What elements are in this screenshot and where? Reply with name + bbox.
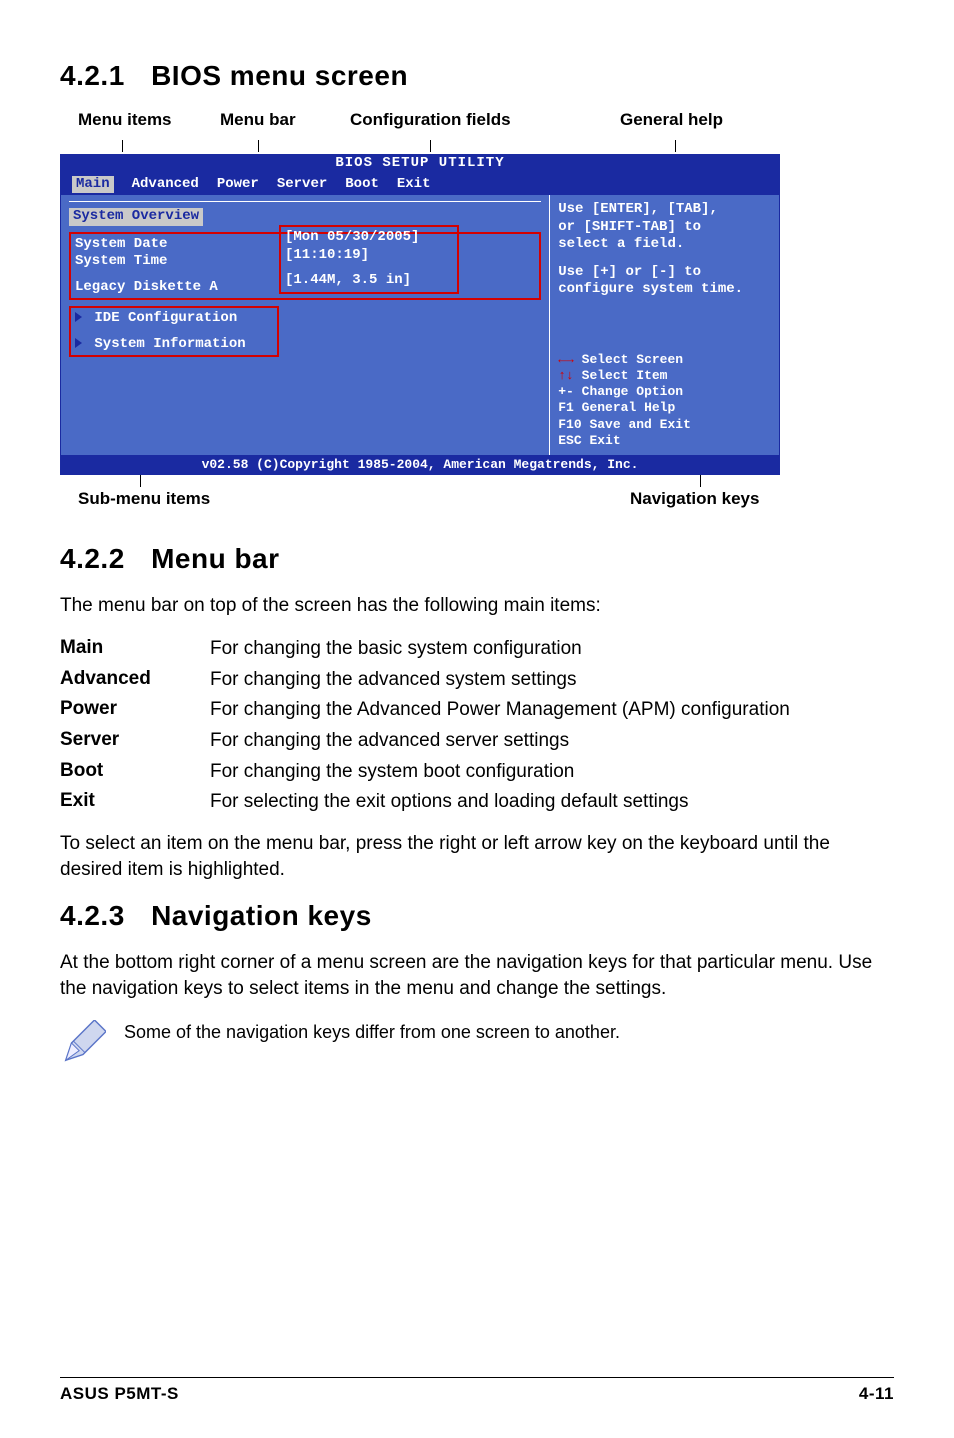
bios-title: BIOS SETUP UTILITY <box>60 154 780 174</box>
tick <box>675 140 676 152</box>
annot-nav-keys: Navigation keys <box>630 489 759 509</box>
value-system-time[interactable]: [11:10:19] <box>285 247 453 265</box>
general-help-text: Use [ENTER], [TAB], or [SHIFT-TAB] to se… <box>558 201 771 299</box>
submenu-sysinfo[interactable]: System Information <box>75 336 273 354</box>
def-term: Boot <box>60 760 210 785</box>
heading-title: Navigation keys <box>151 900 372 931</box>
bios-menubar[interactable]: Main Advanced Power Server Boot Exit <box>60 174 780 196</box>
heading-num: 4.2.2 <box>60 543 125 574</box>
footer-left: ASUS P5MT-S <box>60 1384 179 1404</box>
annot-config-fields: Configuration fields <box>350 110 511 130</box>
bios-body: System Overview System Date System Time … <box>60 195 780 455</box>
tick <box>258 140 259 152</box>
highlight-box-submenu: IDE Configuration System Information <box>69 306 279 357</box>
system-overview-label: System Overview <box>69 208 203 226</box>
menu-bar-outro: To select an item on the menu bar, press… <box>60 831 894 882</box>
nav-key-f10: F10 <box>558 417 581 432</box>
submenu-sysinfo-label: System Information <box>94 336 245 352</box>
tick <box>122 140 123 152</box>
bottom-tick-row <box>60 475 780 489</box>
def-desc: For changing the system boot configurati… <box>210 760 894 785</box>
nav-key-esc: ESC <box>558 433 581 448</box>
bios-footer: v02.58 (C)Copyright 1985-2004, American … <box>60 455 780 475</box>
field-legacy-diskette[interactable]: Legacy Diskette A <box>75 279 265 297</box>
nav-label: Save and Exit <box>589 417 690 432</box>
nav-key-f1: F1 <box>558 400 574 415</box>
page-footer: ASUS P5MT-S 4-11 <box>60 1377 894 1404</box>
bios-screen: BIOS SETUP UTILITY Main Advanced Power S… <box>60 154 780 475</box>
nav-label: Change Option <box>582 384 683 399</box>
nav-key-lr: ←→ <box>558 352 574 367</box>
bios-right-pane: Use [ENTER], [TAB], or [SHIFT-TAB] to se… <box>549 195 779 455</box>
tick <box>140 475 141 487</box>
bottom-annotation-row: Sub-menu items Navigation keys <box>60 489 780 513</box>
definition-list: MainFor changing the basic system config… <box>60 637 894 815</box>
tab-boot[interactable]: Boot <box>345 176 379 194</box>
help-line: configure system time. <box>558 281 771 299</box>
heading-title: Menu bar <box>151 543 279 574</box>
help-line: Use [ENTER], [TAB], <box>558 201 771 219</box>
heading-4-2-1: 4.2.1 BIOS menu screen <box>60 60 894 92</box>
submenu-ide-label: IDE Configuration <box>94 310 237 326</box>
submenu-arrow-icon <box>75 338 82 348</box>
def-term: Server <box>60 729 210 754</box>
heading-4-2-3: 4.2.3 Navigation keys <box>60 900 894 932</box>
nav-label: Select Item <box>582 368 668 383</box>
def-term: Main <box>60 637 210 662</box>
nav-key-pm: +- <box>558 384 574 399</box>
value-system-date[interactable]: [Mon 05/30/2005] <box>285 229 453 247</box>
tick <box>430 140 431 152</box>
def-term: Advanced <box>60 668 210 693</box>
heading-num: 4.2.1 <box>60 60 125 91</box>
menu-bar-intro: The menu bar on top of the screen has th… <box>60 593 894 619</box>
note-text: Some of the navigation keys differ from … <box>124 1020 620 1043</box>
tab-exit[interactable]: Exit <box>397 176 431 194</box>
top-annotation-row: Menu items Menu bar Configuration fields… <box>60 110 894 138</box>
submenu-arrow-icon <box>75 312 82 322</box>
def-desc: For changing the advanced system setting… <box>210 668 894 693</box>
tab-power[interactable]: Power <box>217 176 259 194</box>
footer-right: 4-11 <box>859 1384 894 1404</box>
nav-keys-paragraph: At the bottom right corner of a menu scr… <box>60 950 894 1001</box>
annot-menu-bar: Menu bar <box>220 110 296 130</box>
help-line: Use [+] or [-] to <box>558 264 771 282</box>
annot-submenu-items: Sub-menu items <box>78 489 210 509</box>
tick <box>700 475 701 487</box>
def-term: Exit <box>60 790 210 815</box>
tab-main[interactable]: Main <box>72 176 114 194</box>
heading-num: 4.2.3 <box>60 900 125 931</box>
nav-keys-panel: ←→ Select Screen ↑↓ Select Item +- Chang… <box>558 352 771 450</box>
heading-title: BIOS menu screen <box>151 60 408 91</box>
note-row: Some of the navigation keys differ from … <box>60 1020 894 1066</box>
submenu-ide[interactable]: IDE Configuration <box>75 310 273 328</box>
bios-left-pane: System Overview System Date System Time … <box>61 195 549 455</box>
nav-label: Exit <box>589 433 620 448</box>
heading-4-2-2: 4.2.2 Menu bar <box>60 543 894 575</box>
value-legacy-diskette[interactable]: [1.44M, 3.5 in] <box>285 272 453 290</box>
def-term: Power <box>60 698 210 723</box>
annot-menu-items: Menu items <box>78 110 172 130</box>
field-system-time[interactable]: System Time <box>75 253 265 271</box>
nav-label: Select Screen <box>582 352 683 367</box>
def-desc: For changing the basic system configurat… <box>210 637 894 662</box>
def-desc: For selecting the exit options and loadi… <box>210 790 894 815</box>
tab-advanced[interactable]: Advanced <box>132 176 199 194</box>
annot-general-help: General help <box>620 110 723 130</box>
def-desc: For changing the Advanced Power Manageme… <box>210 698 894 723</box>
nav-key-ud: ↑↓ <box>558 368 574 383</box>
top-tick-row <box>60 140 894 154</box>
help-line: select a field. <box>558 236 771 254</box>
highlight-box-config-fields: [Mon 05/30/2005] [11:10:19] [1.44M, 3.5 … <box>279 225 459 294</box>
tab-server[interactable]: Server <box>277 176 327 194</box>
def-desc: For changing the advanced server setting… <box>210 729 894 754</box>
pencil-icon <box>60 1020 106 1066</box>
nav-label: General Help <box>582 400 676 415</box>
help-line: or [SHIFT-TAB] to <box>558 219 771 237</box>
field-system-date[interactable]: System Date <box>75 236 265 254</box>
